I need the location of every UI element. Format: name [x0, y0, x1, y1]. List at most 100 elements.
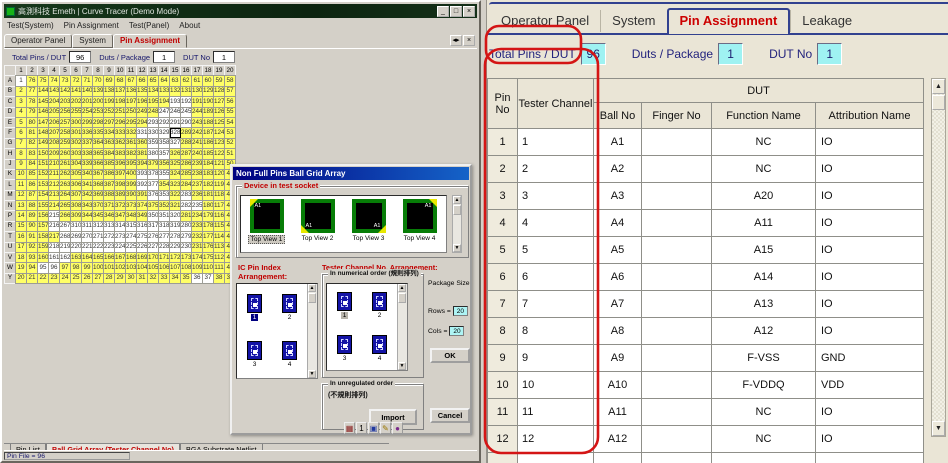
- grid-row-header-J[interactable]: J: [5, 159, 16, 169]
- grid-cell-G14[interactable]: 358: [159, 138, 170, 148]
- cell-pin-no[interactable]: 11: [488, 399, 518, 426]
- grid-cell-C3[interactable]: 145: [38, 97, 49, 107]
- grid-cell-G9[interactable]: 363: [104, 138, 115, 148]
- cell-ball-no[interactable]: A10: [594, 372, 642, 399]
- cell-ball-no[interactable]: A11: [594, 399, 642, 426]
- grid-cell-R14[interactable]: 318: [159, 221, 170, 231]
- grid-cell-C17[interactable]: 191: [192, 97, 203, 107]
- grid-cell-C13[interactable]: 195: [148, 97, 159, 107]
- grid-col-header-13[interactable]: 13: [148, 66, 159, 76]
- grid-col-header-19[interactable]: 19: [214, 66, 225, 76]
- grid-cell-K15[interactable]: 324: [170, 169, 181, 179]
- grid-cell-C1[interactable]: 3: [16, 97, 27, 107]
- grid-cell-W18[interactable]: 110: [203, 263, 214, 273]
- grid-cell-F5[interactable]: 258: [60, 128, 71, 138]
- cell-attribution-name[interactable]: IO: [816, 210, 924, 237]
- grid-cell-T2[interactable]: 91: [27, 232, 38, 242]
- grid-cell-M19[interactable]: 118: [214, 190, 225, 200]
- grid-row-header-G[interactable]: G: [5, 138, 16, 148]
- grid-cell-E14[interactable]: 292: [159, 117, 170, 127]
- cell-function-name[interactable]: NC: [712, 399, 816, 426]
- grid-cell-T16[interactable]: 279: [181, 232, 192, 242]
- cell-tester-channel[interactable]: 10: [518, 372, 594, 399]
- grid-cell-N16[interactable]: 282: [181, 201, 192, 211]
- cell-tester-channel[interactable]: 6: [518, 264, 594, 291]
- grid-cell-M1[interactable]: 12: [16, 190, 27, 200]
- grid-row-header-E[interactable]: E: [5, 117, 16, 127]
- grid-cell-G12[interactable]: 360: [137, 138, 148, 148]
- grid-cell-K19[interactable]: 120: [214, 169, 225, 179]
- grid-cell-A5[interactable]: 73: [60, 76, 71, 86]
- grid-cell-H13[interactable]: 380: [148, 149, 159, 159]
- grid-cell-G13[interactable]: 359: [148, 138, 159, 148]
- grid-cell-W8[interactable]: 100: [93, 263, 104, 273]
- scroll-down-icon[interactable]: ▼: [308, 370, 316, 378]
- grid-cell-N8[interactable]: 370: [93, 201, 104, 211]
- grid-cell-L17[interactable]: 237: [192, 180, 203, 190]
- grid-col-header-10[interactable]: 10: [115, 66, 126, 76]
- grid-cell-L11[interactable]: 399: [126, 180, 137, 190]
- grid-cell-U10[interactable]: 224: [115, 242, 126, 252]
- grid-cell-B3[interactable]: 144: [38, 86, 49, 96]
- grid-cell-Y8[interactable]: 27: [93, 273, 104, 283]
- grid-cell-L15[interactable]: 323: [170, 180, 181, 190]
- grid-cell-H20[interactable]: 51: [225, 149, 236, 159]
- cell-tester-channel[interactable]: 11: [518, 399, 594, 426]
- grid-cell-N6[interactable]: 308: [71, 201, 82, 211]
- grid-cell-T14[interactable]: 277: [159, 232, 170, 242]
- grid-cell-H19[interactable]: 122: [214, 149, 225, 159]
- grid-cell-R8[interactable]: 312: [93, 221, 104, 231]
- grid-cell-M18[interactable]: 181: [203, 190, 214, 200]
- grid-cell-V19[interactable]: 112: [214, 253, 225, 263]
- grid-cell-C19[interactable]: 127: [214, 97, 225, 107]
- grid-cell-V1[interactable]: 18: [16, 253, 27, 263]
- grid-cell-T13[interactable]: 276: [148, 232, 159, 242]
- grid-cell-V13[interactable]: 170: [148, 253, 159, 263]
- cell-function-name[interactable]: A12: [712, 318, 816, 345]
- grid-col-header-17[interactable]: 17: [192, 66, 203, 76]
- grid-cell-K11[interactable]: 400: [126, 169, 137, 179]
- grid-cell-P16[interactable]: 281: [181, 211, 192, 221]
- cell-function-name[interactable]: A11: [712, 210, 816, 237]
- grid-cell-D5[interactable]: 256: [60, 107, 71, 117]
- chip-item-3[interactable]: 3: [241, 341, 269, 368]
- grid-cell-M13[interactable]: 376: [148, 190, 159, 200]
- grid-cell-Y15[interactable]: 34: [170, 273, 181, 283]
- cell-function-name[interactable]: A20: [712, 183, 816, 210]
- grid-cell-P19[interactable]: 116: [214, 211, 225, 221]
- field-value-total-pins-dut[interactable]: 96: [69, 51, 91, 63]
- grid-cell-N7[interactable]: 343: [82, 201, 93, 211]
- grid-cell-L4[interactable]: 212: [49, 180, 60, 190]
- grid-cell-C18[interactable]: 190: [203, 97, 214, 107]
- grid-cell-V17[interactable]: 174: [192, 253, 203, 263]
- chip-item-3[interactable]: 3: [331, 335, 359, 362]
- grid-cell-A3[interactable]: 75: [38, 76, 49, 86]
- grid-cell-B11[interactable]: 136: [126, 86, 137, 96]
- grid-cell-C10[interactable]: 198: [115, 97, 126, 107]
- grid-cell-P4[interactable]: 215: [49, 211, 60, 221]
- grid-cell-D2[interactable]: 79: [27, 107, 38, 117]
- grid-cell-Y3[interactable]: 22: [38, 273, 49, 283]
- grid-cell-B5[interactable]: 142: [60, 86, 71, 96]
- cell-ball-no[interactable]: A12: [594, 426, 642, 453]
- grid-cell-F17[interactable]: 242: [192, 128, 203, 138]
- col-header-function-name[interactable]: Function Name: [712, 103, 816, 129]
- grid-cell-A13[interactable]: 65: [148, 76, 159, 86]
- cell-ball-no[interactable]: A8: [594, 318, 642, 345]
- tab-operator-panel[interactable]: Operator Panel: [4, 34, 72, 48]
- grid-cell-B19[interactable]: 128: [214, 86, 225, 96]
- menu-item-pin-assignment[interactable]: Pin Assignment: [64, 21, 119, 30]
- menu-item-test-panel[interactable]: Test(Panel): [129, 21, 169, 30]
- grid-cell-T1[interactable]: 16: [16, 232, 27, 242]
- cell-pin-no[interactable]: 1: [488, 129, 518, 156]
- grid-cell-K16[interactable]: 285: [181, 169, 192, 179]
- grid-cell-G15[interactable]: 327: [170, 138, 181, 148]
- grid-cell-J13[interactable]: 379: [148, 159, 159, 169]
- grid-cell-J2[interactable]: 84: [27, 159, 38, 169]
- grid-cell-V10[interactable]: 167: [115, 253, 126, 263]
- grid-cell-T8[interactable]: 271: [93, 232, 104, 242]
- grid-cell-T3[interactable]: 158: [38, 232, 49, 242]
- cell-finger-no[interactable]: [642, 156, 712, 183]
- grid-cell-C8[interactable]: 200: [93, 97, 104, 107]
- grid-cell-R6[interactable]: 310: [71, 221, 82, 231]
